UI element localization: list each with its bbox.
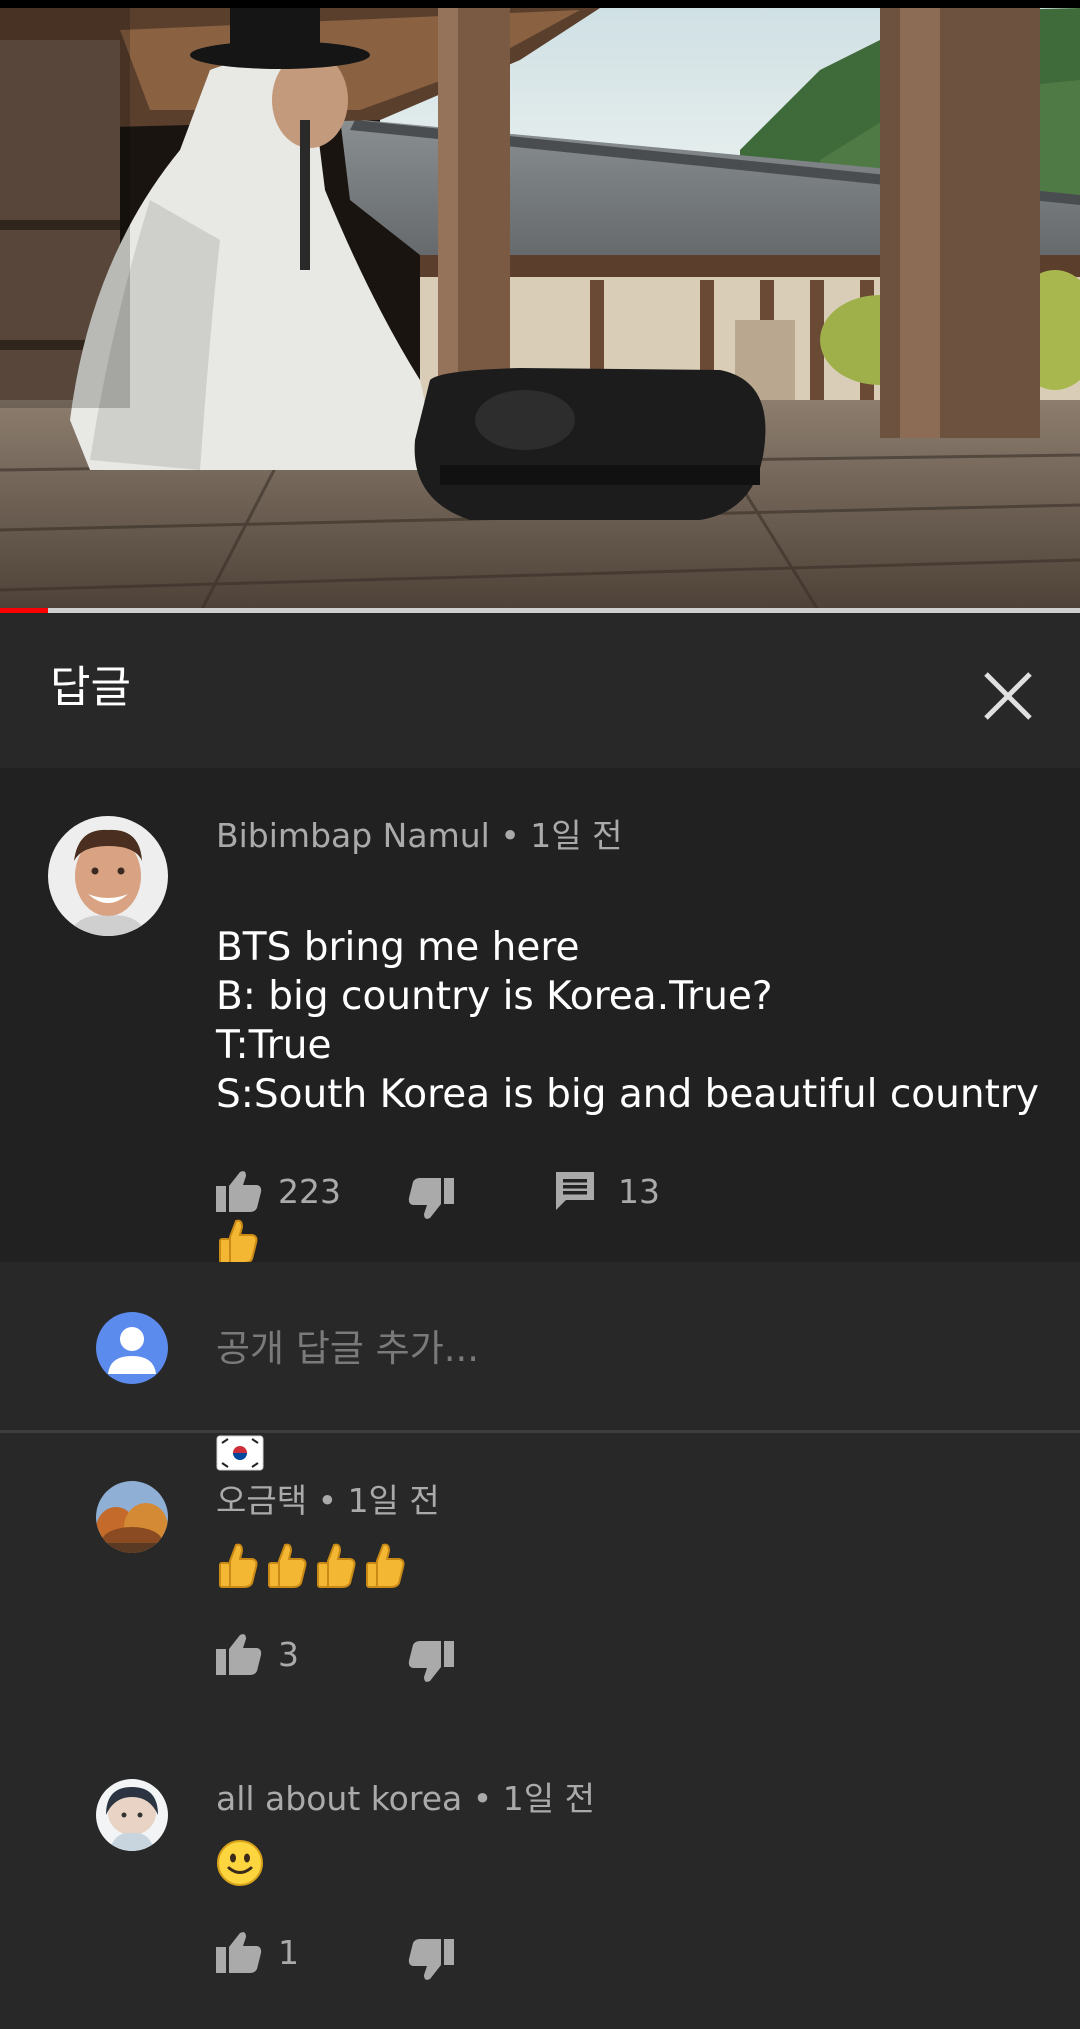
video-progress-played [0,608,48,613]
thumbs-up-emoji-icon [216,1543,260,1593]
meta-separator: • [317,1481,338,1520]
like-button[interactable]: 1 [216,1927,299,1977]
reply-time: 1일 전 [502,1779,595,1818]
video-frame [0,0,1080,613]
reply-time: 1일 전 [347,1481,440,1520]
reply-count-button[interactable]: 13 [554,1166,660,1216]
like-button[interactable]: 3 [216,1629,299,1679]
reply-input[interactable] [216,1312,1036,1384]
close-icon [984,672,1032,720]
reply-item: all about korea • 1일 전 1 [0,1731,1080,2029]
reply-count: 13 [618,1171,660,1211]
reply-text [216,1543,407,1593]
comment-author[interactable]: Bibimbap Namul [216,816,490,855]
meta-separator: • [500,816,520,855]
like-count: 3 [278,1634,299,1674]
account-icon [108,1327,156,1374]
like-count: 1 [278,1932,299,1972]
thumbs-up-icon [216,1634,262,1675]
dislike-button[interactable] [408,1174,454,1224]
comment-meta: Bibimbap Namul • 1일 전 [216,816,623,856]
thumbs-down-icon [408,1641,454,1682]
reply-meta: 오금택 • 1일 전 [216,1481,440,1521]
comment-icon [556,1172,594,1210]
reply-text [216,1839,264,1889]
close-button[interactable] [978,666,1038,726]
thumbs-up-icon [216,1171,262,1212]
parent-comment: Bibimbap Namul • 1일 전 BTS bring me here … [0,768,1080,1471]
comment-time: 1일 전 [530,816,623,855]
user-avatar[interactable] [96,1312,168,1384]
panel-title: 답글 [50,662,131,713]
thumbs-up-emoji-icon [314,1543,358,1593]
avatar[interactable] [48,816,168,936]
slightly-smiling-face-emoji-icon [216,1839,264,1891]
thumbs-up-emoji-icon [265,1543,309,1593]
add-reply-row [0,1262,1080,1433]
like-count: 223 [278,1171,341,1211]
reply-author[interactable]: 오금택 [216,1481,307,1520]
thumbs-up-icon [216,1932,262,1973]
video-player[interactable] [0,0,1080,613]
dislike-button[interactable] [408,1935,454,1985]
thumbs-down-icon [408,1178,454,1219]
video-progress-bar[interactable] [0,608,1080,613]
reply-author[interactable]: all about korea [216,1779,462,1818]
like-button[interactable]: 223 [216,1166,341,1216]
dislike-button[interactable] [408,1637,454,1687]
avatar[interactable] [96,1481,168,1553]
comment-text-body: BTS bring me here B: big country is Kore… [216,925,1039,1117]
comment-emoji-row [216,1121,1056,1471]
reply-item: 오금택 • 1일 전 3 [0,1433,1080,1731]
reply-meta: all about korea • 1일 전 [216,1779,595,1819]
replies-panel-header: 답글 [0,614,1080,768]
avatar[interactable] [96,1779,168,1851]
meta-separator: • [472,1779,493,1818]
thumbs-down-icon [408,1939,454,1980]
thumbs-up-emoji-icon [363,1543,407,1593]
